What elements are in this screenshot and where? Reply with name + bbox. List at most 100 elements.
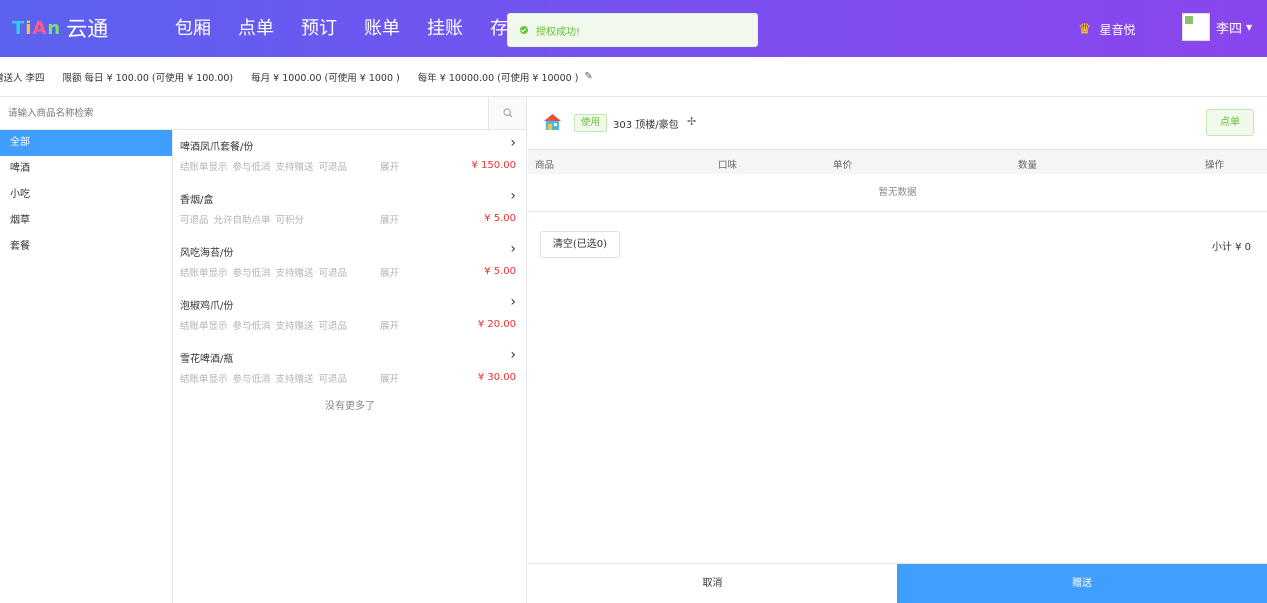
category-tobacco[interactable]: 烟草 [0, 208, 172, 234]
logo-text: 云通 [66, 17, 109, 41]
list-item[interactable]: 泡椒鸡爪/份 结账单显示 参与低消 支持赠送 可退品 展开 ¥ 20.00 › [174, 289, 526, 342]
crown-icon: ♛ [1078, 20, 1092, 38]
tag: 可退品 [180, 215, 209, 226]
chevron-right-icon[interactable]: › [510, 188, 516, 204]
list-item[interactable]: 香烟/盒 可退品 允许自助点单 可积分 展开 ¥ 5.00 › [174, 183, 526, 236]
chevron-right-icon[interactable]: › [510, 241, 516, 257]
category-combos[interactable]: 套餐 [0, 234, 172, 260]
expand-link[interactable]: 展开 [380, 371, 399, 385]
caret-down-icon: ▼ [1246, 22, 1253, 32]
chevron-right-icon[interactable]: › [510, 347, 516, 363]
expand-link[interactable]: 展开 [380, 212, 399, 226]
product-price: ¥ 5.00 [484, 213, 516, 224]
chevron-right-icon[interactable]: › [510, 294, 516, 310]
move-icon[interactable]: ✢ [687, 115, 696, 128]
order-button[interactable]: 点单 [1206, 109, 1254, 136]
list-item[interactable]: 风吃海苔/份 结账单显示 参与低消 支持赠送 可退品 展开 ¥ 5.00 › [174, 236, 526, 289]
subtotal: 小计 ¥ 0 [1211, 242, 1251, 253]
product-name: 泡椒鸡爪/份 [180, 301, 234, 312]
room-label: 303 顶楼/豪包 [613, 120, 679, 131]
table-header: 商品 口味 单价 数量 操作 [528, 149, 1267, 174]
gift-limit-bar: 赠送人 李四 限额 每日 ¥ 100.00 (可使用 ¥ 100.00) 每月 … [0, 57, 1267, 97]
search-button[interactable] [488, 97, 526, 129]
giver-label: 赠送人 李四 [0, 72, 45, 84]
tag: 结账单显示 [180, 162, 228, 173]
category-all[interactable]: 全部 [0, 130, 172, 156]
column-header: 数量 [1018, 160, 1038, 171]
column-header: 商品 [535, 160, 555, 171]
list-item[interactable]: 雪花啤酒/瓶 结账单显示 参与低消 支持赠送 可退品 展开 ¥ 30.00 › [174, 342, 526, 395]
product-price: ¥ 20.00 [477, 319, 516, 330]
tag: 支持赠送 [275, 374, 314, 385]
product-price: ¥ 150.00 [471, 160, 516, 171]
footer-actions: 取消 赠送 [528, 563, 1267, 603]
list-item[interactable]: 啤酒凤爪套餐/份 结账单显示 参与低消 支持赠送 可退品 展开 ¥ 150.00 › [174, 130, 526, 183]
tag: 支持赠送 [275, 162, 314, 173]
house-icon [544, 114, 561, 130]
expand-link[interactable]: 展开 [380, 265, 399, 279]
column-header: 操作 [1205, 160, 1225, 171]
product-price: ¥ 30.00 [477, 372, 516, 383]
chevron-right-icon[interactable]: › [510, 135, 516, 151]
search-input[interactable] [0, 97, 488, 129]
toast-message: 授权成功! [536, 26, 581, 38]
tag: 可退品 [318, 374, 348, 385]
nav-item-rooms[interactable]: 包厢 [175, 14, 238, 44]
success-toast: 授权成功! [507, 13, 758, 47]
no-more-label: 没有更多了 [325, 401, 375, 412]
column-header: 口味 [718, 160, 738, 171]
product-name: 啤酒凤爪套餐/份 [180, 142, 254, 153]
product-price: ¥ 5.00 [484, 266, 516, 277]
category-snacks[interactable]: 小吃 [0, 182, 172, 208]
status-badge: 使用 [574, 114, 608, 132]
main-nav: 包厢 点单 预订 账单 挂账 存 [175, 14, 553, 44]
tag: 可退品 [318, 162, 348, 173]
product-panel: 全部 啤酒 小吃 烟草 套餐 啤酒凤爪套餐/份 结账单显示参与低消支持赠送可退品… [0, 97, 527, 603]
product-tags: 结账单显示 参与低消 支持赠送 可退品 [180, 371, 352, 385]
nav-item-bills[interactable]: 账单 [364, 14, 427, 44]
tag: 结账单显示 [180, 321, 228, 332]
avatar [1182, 13, 1210, 41]
edit-icon[interactable]: ✎ [584, 71, 592, 82]
app-logo[interactable]: TiAn 云通 [12, 12, 108, 44]
store-name-label: 星音悦 [1099, 22, 1136, 37]
cancel-button[interactable]: 取消 [528, 564, 897, 603]
product-tags: 结账单显示 参与低消 支持赠送 可退品 [180, 159, 352, 173]
logo-mark: TiAn [12, 17, 61, 39]
expand-link[interactable]: 展开 [380, 318, 399, 332]
nav-item-order[interactable]: 点单 [238, 14, 301, 44]
product-tags: 可退品 允许自助点单 可积分 [180, 212, 309, 226]
category-beer[interactable]: 啤酒 [0, 156, 172, 182]
clear-button[interactable]: 清空(已选0) [540, 231, 620, 258]
tag: 参与低消 [232, 374, 271, 385]
product-name: 雪花啤酒/瓶 [180, 354, 234, 365]
room-info: 使用 303 顶楼/豪包 ✢ 点单 [528, 97, 1267, 149]
store-name[interactable]: ♛ 星音悦 [1078, 20, 1135, 38]
product-tags: 结账单显示 参与低消 支持赠送 可退品 [180, 318, 352, 332]
tag: 结账单显示 [180, 268, 228, 279]
user-name: 李四 [1216, 21, 1243, 37]
monthly-limit: 每月 ¥ 1000.00 (可使用 ¥ 1000 ) [251, 72, 400, 84]
tag: 参与低消 [232, 268, 271, 279]
search-bar [0, 97, 526, 130]
empty-state: 暂无数据 [528, 174, 1267, 212]
product-tags: 结账单显示 参与低消 支持赠送 可退品 [180, 265, 352, 279]
user-menu[interactable]: 李四 ▼ [1182, 13, 1252, 41]
gift-button[interactable]: 赠送 [897, 564, 1267, 603]
product-name: 风吃海苔/份 [180, 248, 234, 259]
order-panel: 使用 303 顶楼/豪包 ✢ 点单 商品 口味 单价 数量 操作 暂无数据 清空… [528, 97, 1267, 603]
tag: 可积分 [275, 215, 305, 226]
column-header: 单价 [833, 160, 853, 171]
tag: 结账单显示 [180, 374, 228, 385]
top-header: TiAn 云通 包厢 点单 预订 账单 挂账 存 授权成功! ♛ 星音悦 李四 … [0, 0, 1267, 57]
nav-item-credit[interactable]: 挂账 [427, 14, 490, 44]
nav-item-booking[interactable]: 预订 [301, 14, 364, 44]
tag: 可退品 [318, 321, 348, 332]
expand-link[interactable]: 展开 [380, 159, 399, 173]
tag: 支持赠送 [275, 268, 314, 279]
daily-limit: 限额 每日 ¥ 100.00 (可使用 ¥ 100.00) [62, 72, 234, 84]
product-list: 啤酒凤爪套餐/份 结账单显示 参与低消 支持赠送 可退品 展开 ¥ 150.00 › … [174, 130, 526, 412]
product-name: 香烟/盒 [180, 195, 214, 206]
yearly-limit: 每年 ¥ 10000.00 (可使用 ¥ 10000 ) [417, 72, 579, 84]
category-list: 全部 啤酒 小吃 烟草 套餐 [0, 130, 173, 603]
